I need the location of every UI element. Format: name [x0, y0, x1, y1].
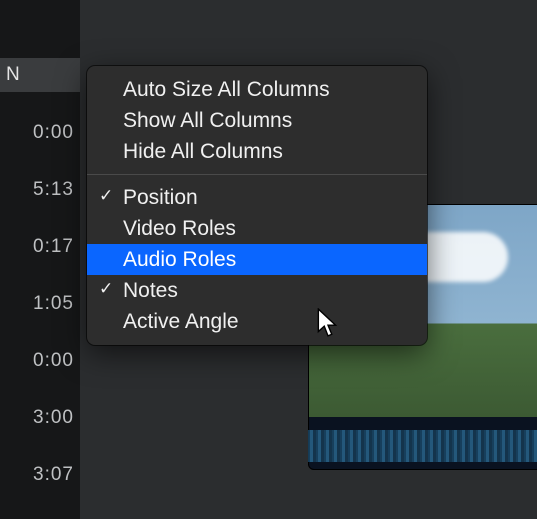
menu-item-label: Notes [123, 279, 178, 303]
menu-item-hide-all-columns[interactable]: Hide All Columns [87, 136, 427, 167]
time-value: 0:00 [33, 350, 74, 372]
time-value: 5:13 [33, 179, 74, 201]
time-cell: 0:00 [0, 104, 80, 161]
time-value: 1:05 [33, 293, 74, 315]
menu-item-label: Auto Size All Columns [123, 78, 330, 102]
time-value: 0:17 [33, 236, 74, 258]
menu-item-notes[interactable]: ✓ Notes [87, 275, 427, 306]
menu-item-label: Audio Roles [123, 248, 236, 272]
time-list: 0:00 5:13 0:17 1:05 0:00 3:00 3:07 [0, 104, 80, 503]
time-value: 3:07 [33, 464, 74, 486]
time-cell: 1:05 [0, 275, 80, 332]
time-cell: 3:00 [0, 389, 80, 446]
audio-waveform [308, 430, 537, 462]
menu-item-position[interactable]: ✓ Position [87, 182, 427, 213]
column-header-text: N [6, 64, 21, 86]
time-column: N 0:00 5:13 0:17 1:05 0:00 3:00 3:07 [0, 0, 80, 519]
menu-item-audio-roles[interactable]: Audio Roles [87, 244, 427, 275]
menu-item-video-roles[interactable]: Video Roles [87, 213, 427, 244]
time-value: 0:00 [33, 122, 74, 144]
checkmark-icon: ✓ [99, 186, 113, 206]
menu-item-label: Position [123, 186, 198, 210]
menu-item-show-all-columns[interactable]: Show All Columns [87, 105, 427, 136]
menu-separator [87, 174, 427, 175]
menu-item-label: Video Roles [123, 217, 236, 241]
menu-item-label: Active Angle [123, 310, 239, 334]
time-cell: 0:00 [0, 332, 80, 389]
menu-item-active-angle[interactable]: Active Angle [87, 306, 427, 337]
time-cell: 0:17 [0, 218, 80, 275]
checkmark-icon: ✓ [99, 279, 113, 299]
menu-item-label: Hide All Columns [123, 140, 283, 164]
time-cell: 3:07 [0, 446, 80, 503]
menu-item-auto-size-all-columns[interactable]: Auto Size All Columns [87, 74, 427, 105]
menu-item-label: Show All Columns [123, 109, 292, 133]
column-header-fragment[interactable]: N [0, 58, 80, 92]
column-context-menu[interactable]: Auto Size All Columns Show All Columns H… [87, 66, 427, 345]
time-cell: 5:13 [0, 161, 80, 218]
time-value: 3:00 [33, 407, 74, 429]
